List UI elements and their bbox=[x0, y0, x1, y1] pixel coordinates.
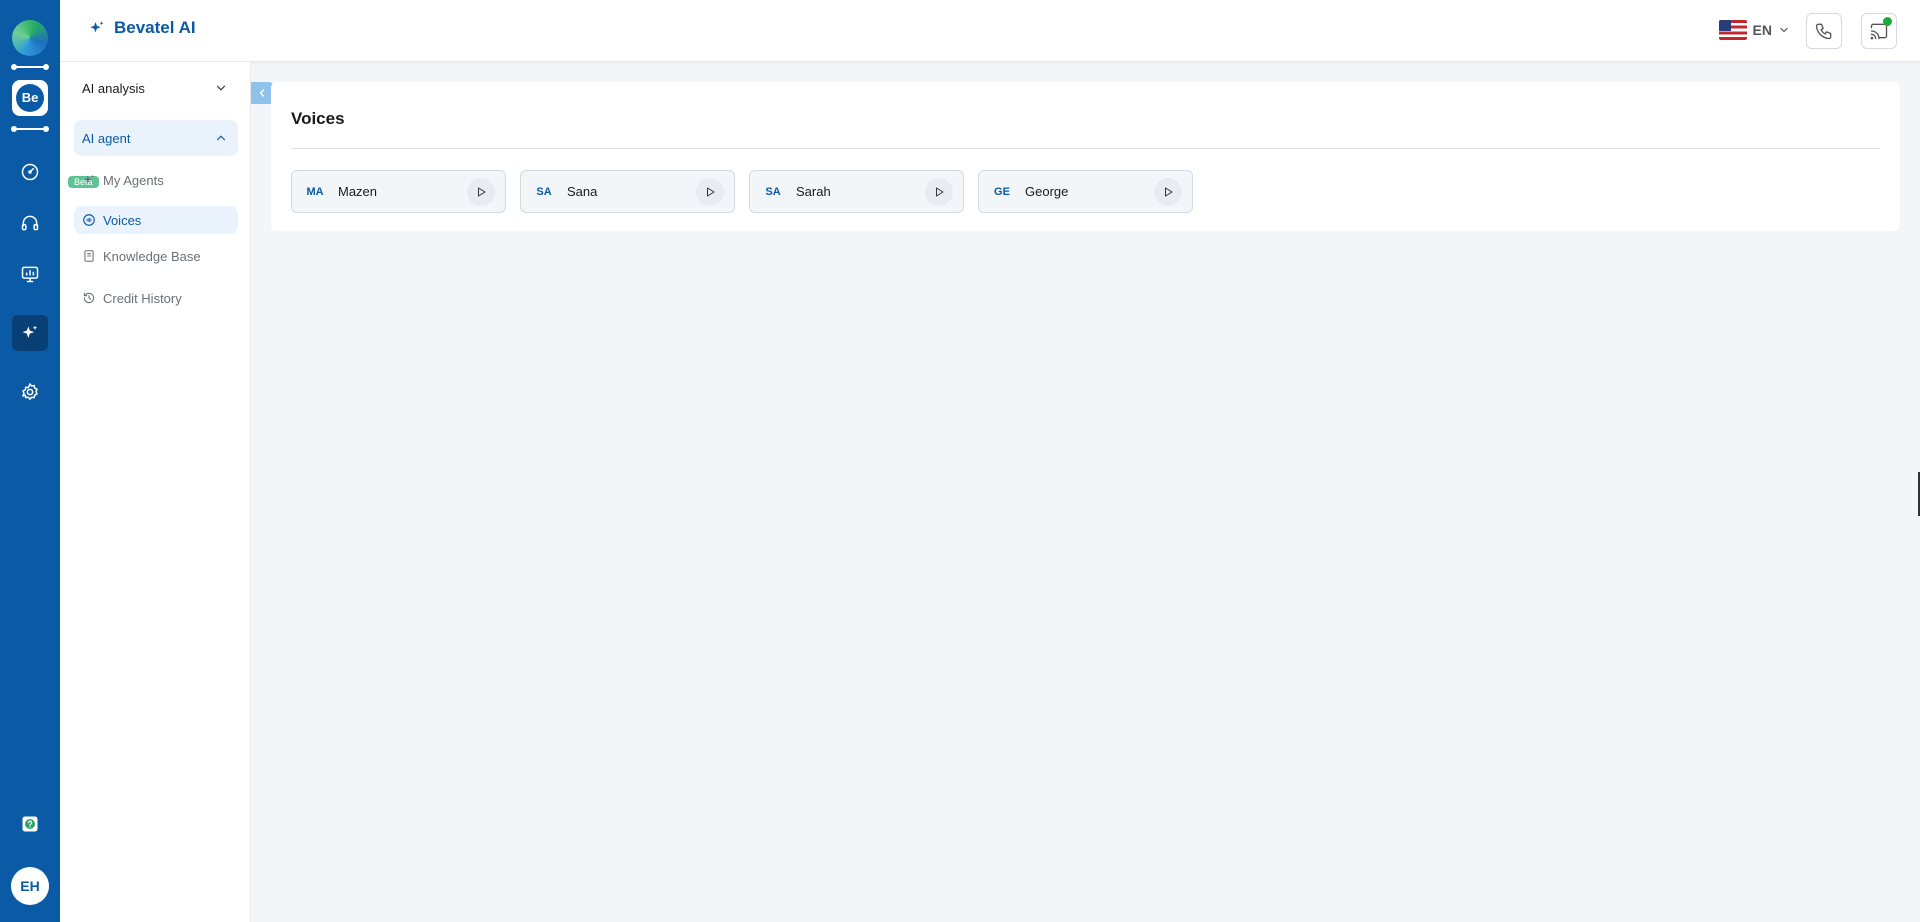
online-status-dot bbox=[1883, 17, 1892, 26]
gauge-icon bbox=[21, 163, 39, 181]
top-bar: Bevatel AI EN bbox=[60, 0, 1920, 62]
workspace-badge: Be bbox=[16, 84, 44, 112]
play-voice-button[interactable] bbox=[467, 177, 495, 206]
brand-label: Bevatel AI bbox=[114, 18, 196, 37]
voice-name: Mazen bbox=[338, 184, 378, 199]
rail-ai-button[interactable] bbox=[12, 315, 48, 351]
chevron-down-icon bbox=[1780, 27, 1788, 33]
workspace-switcher[interactable]: Be bbox=[12, 80, 48, 116]
gear-icon bbox=[21, 382, 38, 401]
language-label: EN bbox=[1752, 22, 1772, 38]
help-icon bbox=[22, 816, 38, 832]
sidebar-item-label: Voices bbox=[103, 212, 142, 228]
connector-icon bbox=[11, 126, 49, 132]
voice-name: George bbox=[1025, 184, 1069, 199]
play-icon bbox=[936, 187, 944, 196]
us-flag-icon bbox=[1718, 20, 1747, 40]
brand-title: Bevatel AI bbox=[88, 18, 196, 38]
monitor-chart-icon bbox=[21, 266, 39, 283]
sidebar-item-label: Credit History bbox=[103, 290, 182, 306]
play-voice-button[interactable] bbox=[696, 177, 724, 206]
collapse-sidebar-button[interactable] bbox=[251, 82, 273, 104]
voices-card: Voices MA Mazen SA Sana SA Sarah GE Geor… bbox=[271, 82, 1900, 231]
language-selector[interactable]: EN bbox=[1718, 20, 1790, 40]
sidebar-group-label: AI analysis bbox=[82, 80, 145, 96]
main-rail: Be EH bbox=[0, 0, 60, 922]
phone-icon bbox=[1815, 23, 1832, 40]
history-icon bbox=[83, 292, 95, 304]
connector-icon bbox=[11, 64, 49, 70]
sidebar-item-my-agents[interactable]: My Agents bbox=[74, 166, 238, 194]
divider bbox=[291, 148, 1880, 149]
secondary-sidebar: AI analysis Beta AI agent My Agents Voic… bbox=[60, 62, 251, 922]
rail-settings-button[interactable] bbox=[12, 374, 48, 410]
voice-name: Sana bbox=[567, 184, 598, 199]
chevron-left-icon bbox=[259, 89, 265, 97]
sidebar-group-ai-analysis[interactable]: AI analysis bbox=[74, 70, 238, 106]
play-voice-button[interactable] bbox=[1154, 177, 1182, 206]
sparkle-icon bbox=[22, 325, 38, 338]
voice-card-george[interactable]: GE George bbox=[978, 170, 1193, 213]
play-icon bbox=[1165, 187, 1173, 196]
user-avatar[interactable]: EH bbox=[11, 867, 49, 905]
voice-card-mazen[interactable]: MA Mazen bbox=[291, 170, 506, 213]
voice-icon bbox=[83, 214, 95, 226]
voice-initials: SA bbox=[765, 185, 781, 198]
rail-support-button[interactable] bbox=[12, 205, 48, 241]
sidebar-group-label: AI agent bbox=[82, 130, 131, 146]
book-icon bbox=[84, 250, 94, 262]
app-logo[interactable] bbox=[12, 20, 48, 56]
voice-initials: GE bbox=[994, 185, 1010, 198]
play-icon bbox=[707, 187, 715, 196]
sidebar-item-credit-history[interactable]: Credit History bbox=[74, 284, 238, 312]
sidebar-item-voices[interactable]: Voices bbox=[74, 206, 238, 234]
sidebar-item-label: Knowledge Base bbox=[103, 248, 201, 264]
sidebar-item-knowledge-base[interactable]: Knowledge Base bbox=[74, 242, 238, 270]
play-icon bbox=[478, 187, 486, 196]
play-voice-button[interactable] bbox=[925, 177, 953, 206]
voice-name: Sarah bbox=[796, 184, 831, 199]
sidebar-group-ai-agent[interactable]: AI agent bbox=[74, 120, 238, 156]
sidebar-item-label: My Agents bbox=[103, 172, 164, 188]
connection-status-button[interactable] bbox=[1861, 13, 1897, 49]
voice-initials: MA bbox=[306, 185, 324, 198]
page-title: Voices bbox=[291, 109, 345, 128]
chevron-up-icon bbox=[216, 135, 226, 141]
voice-initials: SA bbox=[536, 185, 552, 198]
phone-button[interactable] bbox=[1806, 13, 1842, 49]
voice-card-sarah[interactable]: SA Sarah bbox=[749, 170, 964, 213]
sparkle-icon bbox=[83, 174, 95, 184]
rail-help-button[interactable] bbox=[12, 806, 48, 842]
chevron-down-icon bbox=[216, 85, 226, 91]
rail-dashboard-button[interactable] bbox=[12, 154, 48, 190]
headset-icon bbox=[21, 215, 39, 231]
sparkle-icon bbox=[90, 21, 104, 33]
voice-card-sana[interactable]: SA Sana bbox=[520, 170, 735, 213]
rail-reports-button[interactable] bbox=[12, 256, 48, 292]
